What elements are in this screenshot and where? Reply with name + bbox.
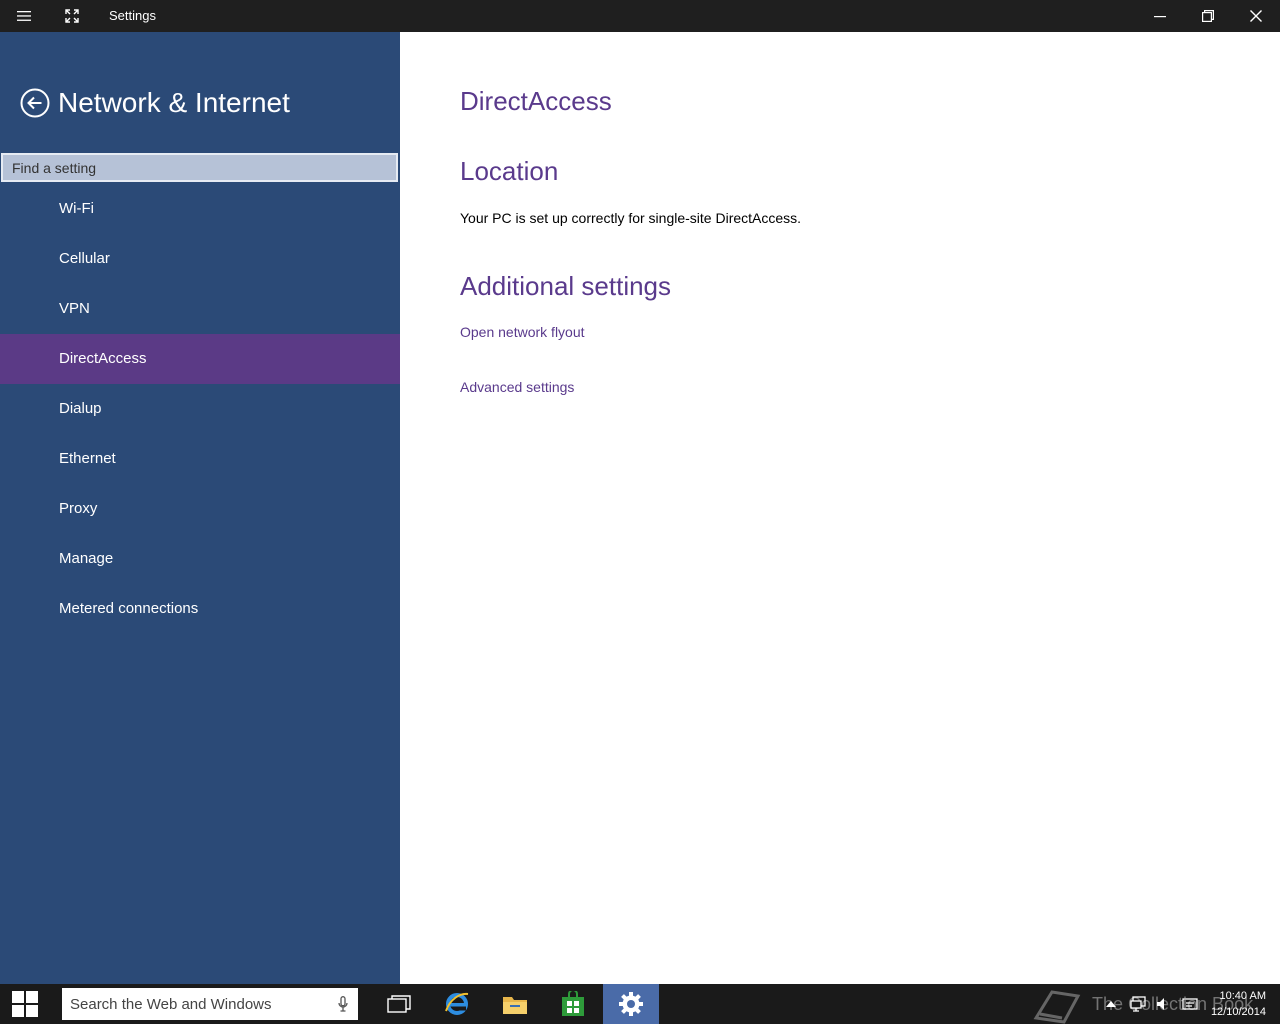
sidebar-header: Network & Internet	[20, 86, 290, 120]
restore-button[interactable]	[1184, 0, 1232, 32]
location-heading: Location	[460, 156, 559, 186]
clock-date: 12/10/2014	[1210, 1006, 1266, 1018]
minimize-icon	[1154, 16, 1166, 18]
file-explorer-button[interactable]	[487, 984, 543, 1024]
window-title: Settings	[109, 8, 156, 23]
close-icon	[1250, 10, 1262, 22]
advanced-settings-link[interactable]: Advanced settings	[460, 379, 574, 395]
back-button[interactable]	[20, 88, 50, 118]
task-view-button[interactable]	[371, 984, 427, 1024]
back-arrow-icon	[20, 88, 50, 118]
expand-button[interactable]	[56, 0, 88, 32]
speaker-icon	[1157, 998, 1164, 1010]
store-button[interactable]	[545, 984, 601, 1024]
nav-item-manage[interactable]: Manage	[0, 534, 400, 584]
nav-item-wifi[interactable]: Wi-Fi	[0, 184, 400, 234]
chevron-up-icon	[1106, 1001, 1116, 1007]
microphone-button[interactable]	[328, 988, 358, 1020]
network-icon	[1130, 996, 1146, 1012]
open-network-flyout-link[interactable]: Open network flyout	[460, 324, 585, 340]
restore-icon	[1202, 10, 1214, 22]
internet-explorer-icon	[445, 992, 469, 1015]
expand-icon	[65, 9, 79, 23]
sidebar-title: Network & Internet	[58, 87, 290, 118]
settings-app-button[interactable]	[603, 984, 659, 1024]
nav-item-ethernet[interactable]: Ethernet	[0, 434, 400, 484]
microphone-icon	[338, 996, 348, 1012]
nav-item-vpn[interactable]: VPN	[0, 284, 400, 334]
find-setting-box[interactable]	[1, 153, 398, 182]
additional-settings-heading: Additional settings	[460, 271, 672, 301]
clock-time: 10:40 AM	[1219, 990, 1266, 1002]
nav-item-metered-connections[interactable]: Metered connections	[0, 584, 400, 634]
nav-item-proxy[interactable]: Proxy	[0, 484, 400, 534]
find-setting-input[interactable]	[3, 155, 396, 180]
title-bar: Settings	[0, 0, 1280, 32]
gear-icon	[619, 992, 643, 1016]
nav-item-dialup[interactable]: Dialup	[0, 384, 400, 434]
store-icon	[562, 991, 584, 1016]
close-button[interactable]	[1232, 0, 1280, 32]
show-hidden-icons-button[interactable]	[1100, 984, 1122, 1024]
taskbar-search-box[interactable]	[62, 988, 358, 1020]
windows-logo-icon	[12, 991, 38, 1017]
book-logo-icon	[1033, 990, 1081, 1024]
message-icon	[1182, 998, 1198, 1010]
internet-explorer-button[interactable]	[429, 984, 485, 1024]
hamburger-icon	[17, 11, 31, 21]
sidebar: Network & Internet Wi-Fi Cellular VPN Di…	[0, 32, 400, 984]
notifications-tray-button[interactable]	[1178, 984, 1202, 1024]
hamburger-menu-button[interactable]	[8, 0, 40, 32]
taskbar-search-input[interactable]	[62, 988, 328, 1020]
clock[interactable]: 10:40 AM 12/10/2014	[1211, 988, 1266, 1020]
volume-tray-button[interactable]	[1152, 984, 1174, 1024]
nav-item-cellular[interactable]: Cellular	[0, 234, 400, 284]
main-content: DirectAccess Location Your PC is set up …	[400, 32, 1280, 984]
network-tray-button[interactable]	[1126, 984, 1150, 1024]
page-title: DirectAccess	[460, 86, 612, 116]
folder-icon	[503, 997, 527, 1014]
nav-item-directaccess[interactable]: DirectAccess	[0, 334, 400, 384]
task-view-icon	[387, 995, 411, 1013]
taskbar: The Collection Book 10:40 AM 12/10/2014	[0, 984, 1280, 1024]
nav-list: Wi-Fi Cellular VPN DirectAccess Dialup E…	[0, 184, 400, 634]
start-button[interactable]	[0, 984, 50, 1024]
minimize-button[interactable]	[1136, 0, 1184, 32]
location-status-text: Your PC is set up correctly for single-s…	[460, 210, 802, 226]
